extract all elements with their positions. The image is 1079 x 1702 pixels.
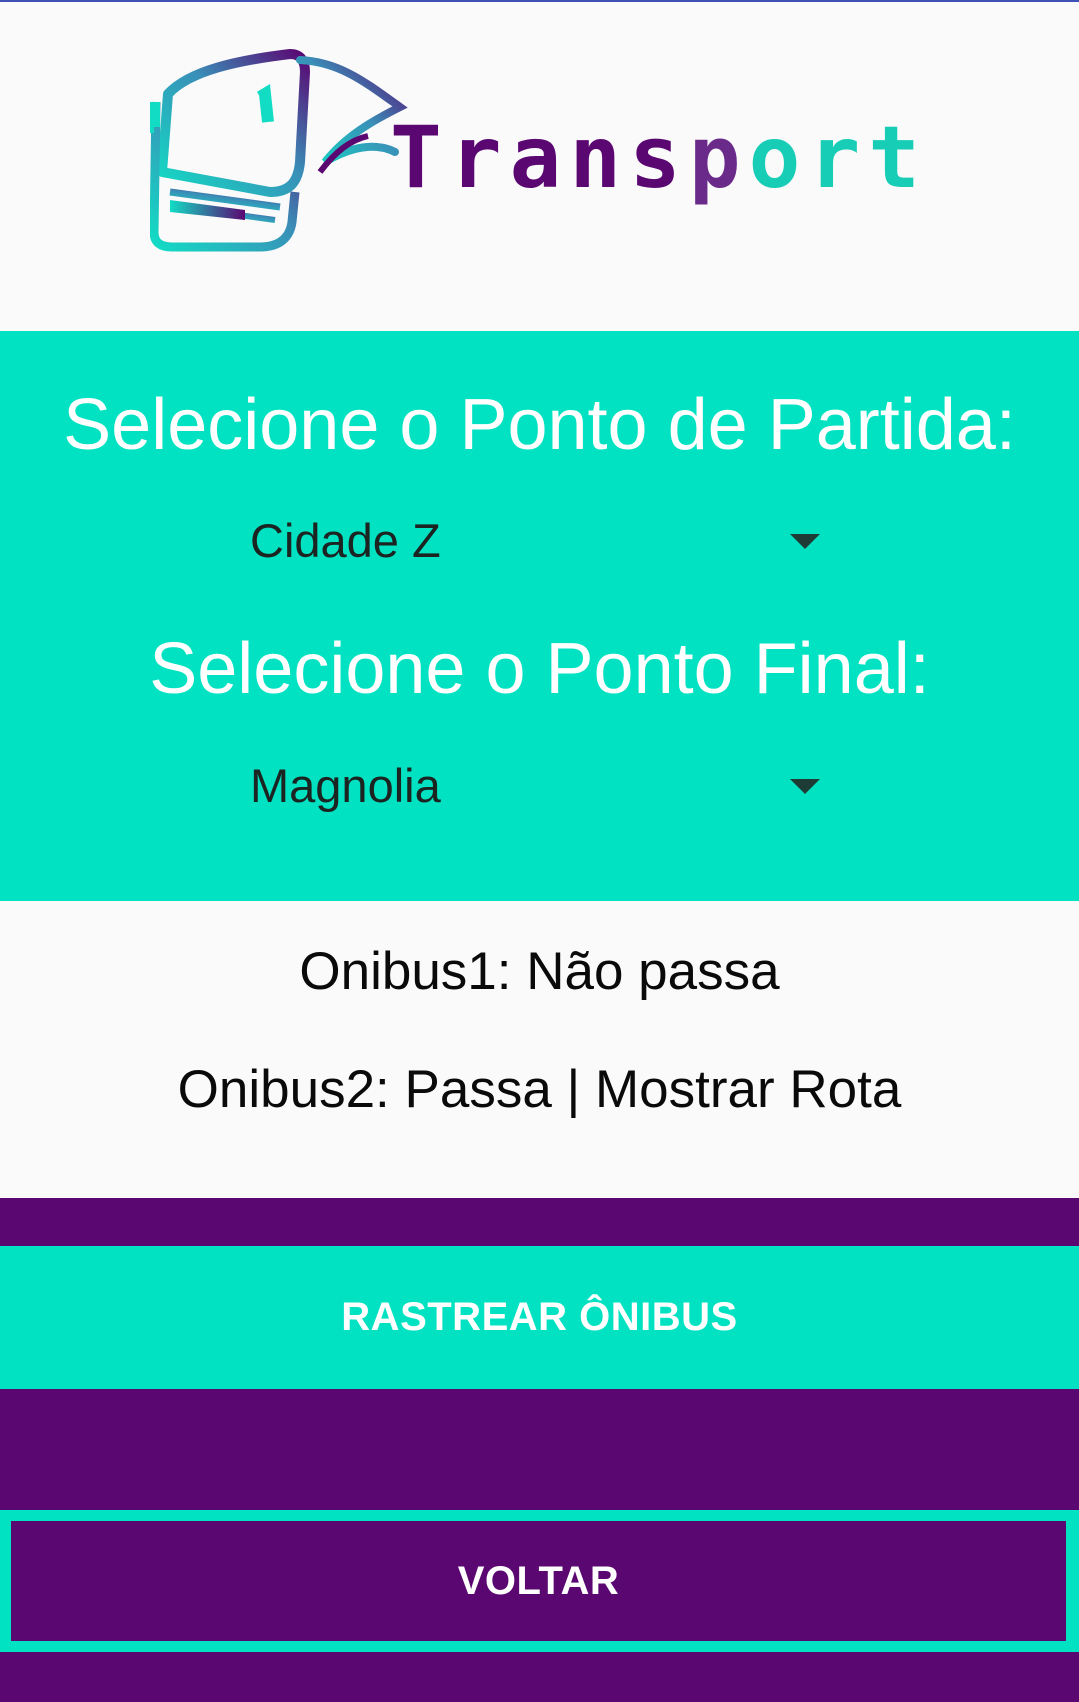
back-button[interactable]: VOLTAR	[11, 1521, 1066, 1641]
route-selection-panel: Selecione o Ponto de Partida: Cidade Z S…	[0, 331, 1079, 901]
bus-logo-icon: Transport	[150, 49, 928, 252]
app-header: Transport	[0, 2, 1079, 331]
track-bus-button[interactable]: RASTREAR ÔNIBUS	[0, 1246, 1079, 1389]
destination-spinner[interactable]: Magnolia	[250, 746, 830, 826]
dropdown-arrow-icon	[790, 534, 820, 549]
destination-selected-value: Magnolia	[250, 759, 441, 812]
show-route-link[interactable]: Mostrar Rota	[595, 1060, 901, 1119]
back-button-border: VOLTAR	[0, 1510, 1079, 1652]
transport-logo: Transport	[150, 42, 930, 272]
bus2-status: Onibus2: Passa |	[177, 1060, 596, 1119]
bus1-result: Onibus1: Não passa	[299, 942, 780, 1001]
dropdown-arrow-icon	[790, 779, 820, 794]
footer-actions: RASTREAR ÔNIBUS VOLTAR	[0, 1198, 1079, 1702]
origin-spinner[interactable]: Cidade Z	[250, 501, 830, 581]
origin-selected-value: Cidade Z	[250, 514, 441, 567]
bus-results: Onibus1: Não passa Onibus2: Passa | Most…	[0, 901, 1079, 1198]
logo-wordmark: Transport	[390, 108, 928, 208]
origin-heading: Selecione o Ponto de Partida:	[63, 385, 1016, 465]
bus2-result: Onibus2: Passa | Mostrar Rota	[0, 1059, 1079, 1121]
destination-heading: Selecione o Ponto Final:	[149, 629, 930, 709]
